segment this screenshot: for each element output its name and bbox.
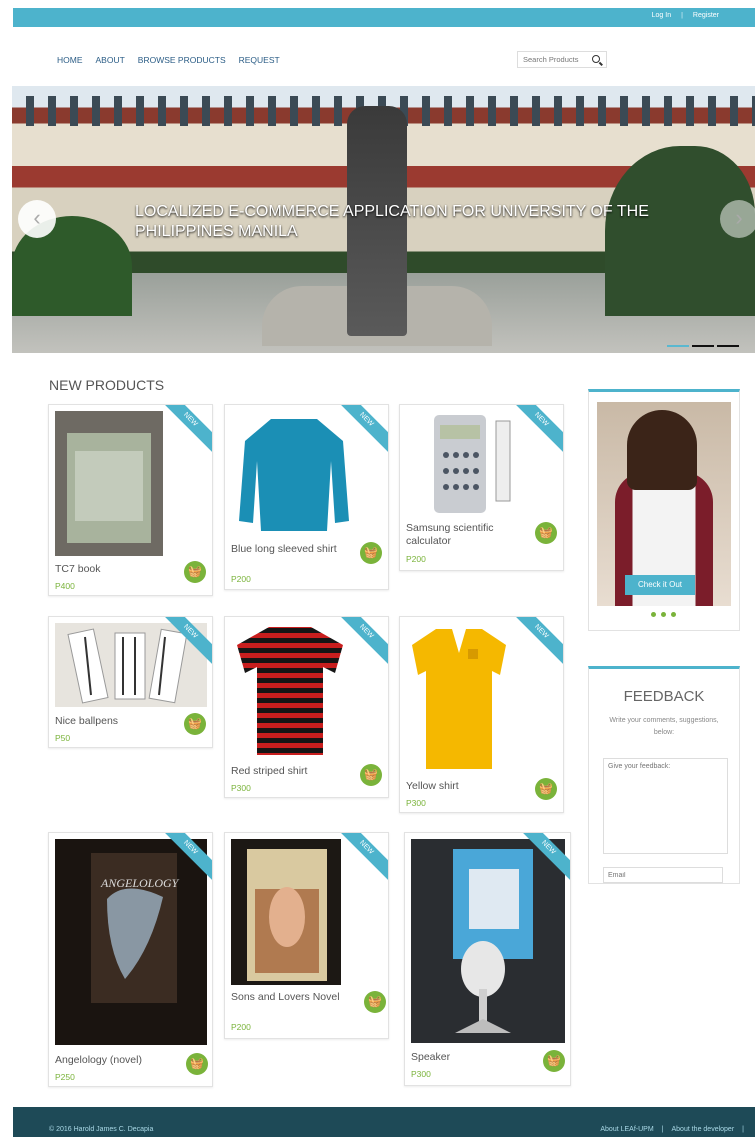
basket-icon[interactable]: 🧺 bbox=[184, 713, 206, 735]
new-ribbon: NEW bbox=[332, 833, 388, 882]
basket-icon[interactable]: 🧺 bbox=[364, 991, 386, 1013]
featured-dot[interactable] bbox=[671, 612, 676, 617]
product-price: P200 bbox=[406, 554, 426, 564]
basket-icon[interactable]: 🧺 bbox=[186, 1053, 208, 1075]
featured-dot[interactable] bbox=[651, 612, 656, 617]
product-image[interactable]: ANGELOLOGY bbox=[55, 839, 207, 1045]
product-card[interactable]: NEW TC7 book P400 🧺 bbox=[48, 404, 213, 596]
hero-carousel: LOCALIZED E-COMMERCE APPLICATION FOR UNI… bbox=[12, 86, 755, 353]
footer-separator: | bbox=[661, 1126, 664, 1133]
basket-icon[interactable]: 🧺 bbox=[535, 522, 557, 544]
product-price: P300 bbox=[411, 1069, 431, 1079]
product-card[interactable]: NEW Red striped shirt P300 🧺 bbox=[224, 616, 389, 798]
product-card[interactable]: NEW Yellow shirt P300 🧺 bbox=[399, 616, 564, 813]
nav-home[interactable]: HOME bbox=[57, 55, 83, 65]
product-card[interactable]: NEW Sons and Lovers Novel P200 🧺 bbox=[224, 832, 389, 1039]
svg-text:ANGELOLOGY: ANGELOLOGY bbox=[100, 876, 180, 890]
product-price: P50 bbox=[55, 733, 71, 743]
product-price: P200 bbox=[231, 1022, 251, 1032]
product-card[interactable]: NEW Speaker P300 🧺 bbox=[404, 832, 571, 1086]
footer-links: About LEAf-UPM | About the developer | bbox=[600, 1126, 744, 1133]
search-icon[interactable] bbox=[592, 55, 600, 63]
product-card[interactable]: ANGELOLOGY NEW Angelology (novel) P250 🧺 bbox=[48, 832, 213, 1087]
product-image[interactable] bbox=[231, 411, 357, 537]
nav-request[interactable]: REQUEST bbox=[239, 55, 280, 65]
product-name[interactable]: Samsung scientific calculator bbox=[406, 522, 516, 548]
product-card[interactable]: NEW Nice ballpens P50 🧺 bbox=[48, 616, 213, 748]
feedback-subtitle: Write your comments, suggestions, below: bbox=[609, 717, 719, 736]
account-links: Log In | Register bbox=[652, 12, 719, 19]
section-title: NEW PRODUCTS bbox=[49, 377, 165, 393]
separator: | bbox=[681, 12, 683, 19]
product-name[interactable]: Nice ballpens bbox=[55, 715, 118, 728]
product-card[interactable]: NEW Samsung scientific calculator P200 🧺 bbox=[399, 404, 564, 571]
product-image[interactable] bbox=[55, 411, 163, 556]
register-link[interactable]: Register bbox=[693, 12, 719, 19]
product-image[interactable] bbox=[406, 623, 512, 773]
feedback-textarea[interactable] bbox=[603, 758, 728, 854]
carousel-prev-button[interactable]: ‹ bbox=[18, 200, 56, 238]
product-image[interactable] bbox=[406, 411, 540, 517]
product-name[interactable]: Red striped shirt bbox=[231, 765, 307, 778]
product-image[interactable] bbox=[411, 839, 565, 1043]
product-price: P200 bbox=[231, 574, 251, 584]
basket-icon[interactable]: 🧺 bbox=[360, 542, 382, 564]
carousel-next-button[interactable]: › bbox=[720, 200, 755, 238]
product-name[interactable]: Speaker bbox=[411, 1051, 450, 1064]
search-input[interactable]: Search Products bbox=[517, 51, 607, 68]
featured-panel: Check it Out bbox=[588, 389, 740, 631]
basket-icon[interactable]: 🧺 bbox=[184, 561, 206, 583]
footer-separator: | bbox=[742, 1126, 744, 1133]
main-nav: HOME ABOUT BROWSE PRODUCTS REQUEST bbox=[57, 55, 280, 65]
nav-browse-products[interactable]: BROWSE PRODUCTS bbox=[138, 55, 226, 65]
basket-icon[interactable]: 🧺 bbox=[535, 778, 557, 800]
top-bar: Log In | Register bbox=[13, 8, 755, 27]
product-card[interactable]: NEW Blue long sleeved shirt P200 🧺 bbox=[224, 404, 389, 590]
email-field[interactable] bbox=[603, 867, 723, 883]
product-name[interactable]: Blue long sleeved shirt bbox=[231, 543, 341, 556]
footer: © 2016 Harold James C. Decapia About LEA… bbox=[13, 1107, 755, 1137]
search-placeholder: Search Products bbox=[523, 55, 579, 64]
carousel-indicators bbox=[667, 345, 739, 347]
product-name[interactable]: Sons and Lovers Novel bbox=[231, 991, 341, 1004]
copyright: © 2016 Harold James C. Decapia bbox=[49, 1126, 154, 1133]
product-price: P400 bbox=[55, 581, 75, 591]
feedback-title: FEEDBACK bbox=[623, 688, 705, 705]
product-name[interactable]: Angelology (novel) bbox=[55, 1054, 142, 1067]
product-name[interactable]: Yellow shirt bbox=[406, 780, 459, 793]
product-image[interactable] bbox=[231, 839, 341, 985]
featured-model bbox=[627, 410, 697, 490]
check-it-out-button[interactable]: Check it Out bbox=[625, 575, 695, 595]
nav-about[interactable]: ABOUT bbox=[96, 55, 125, 65]
carousel-dot[interactable] bbox=[667, 345, 689, 347]
new-ribbon: NEW bbox=[156, 405, 212, 454]
featured-indicators bbox=[651, 612, 676, 617]
basket-icon[interactable]: 🧺 bbox=[543, 1050, 565, 1072]
new-ribbon: NEW bbox=[507, 617, 563, 666]
product-price: P300 bbox=[231, 783, 251, 793]
product-name[interactable]: TC7 book bbox=[55, 563, 101, 576]
about-leaf-link[interactable]: About LEAf-UPM bbox=[600, 1126, 653, 1133]
product-image[interactable] bbox=[231, 623, 349, 759]
product-price: P300 bbox=[406, 798, 426, 808]
about-developer-link[interactable]: About the developer bbox=[672, 1126, 735, 1133]
carousel-dot[interactable] bbox=[717, 345, 739, 347]
basket-icon[interactable]: 🧺 bbox=[360, 764, 382, 786]
hero-caption: LOCALIZED E-COMMERCE APPLICATION FOR UNI… bbox=[135, 203, 649, 240]
login-link[interactable]: Log In bbox=[652, 12, 671, 19]
featured-dot[interactable] bbox=[661, 612, 666, 617]
feedback-panel: FEEDBACK Write your comments, suggestion… bbox=[588, 666, 740, 884]
carousel-dot[interactable] bbox=[692, 345, 714, 347]
product-price: P250 bbox=[55, 1072, 75, 1082]
